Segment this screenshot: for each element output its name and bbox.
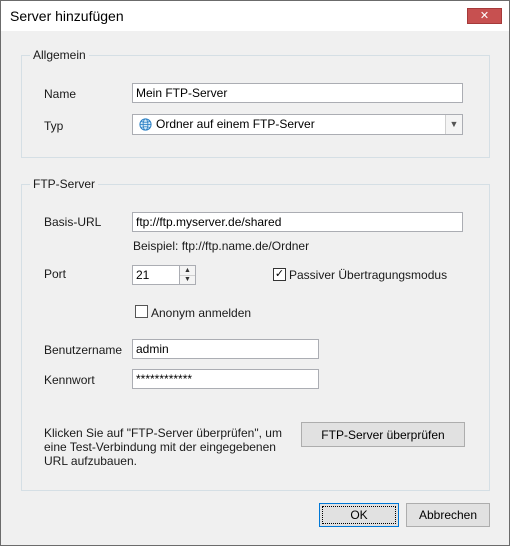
globe-icon	[139, 118, 152, 131]
dialog-title: Server hinzufügen	[10, 8, 124, 24]
base-url-label: Basis-URL	[44, 215, 102, 229]
base-url-hint: Beispiel: ftp://ftp.name.de/Ordner	[133, 239, 310, 253]
type-select[interactable]: Ordner auf einem FTP-Server ▼	[132, 114, 463, 135]
close-icon: ✕	[479, 10, 490, 22]
port-label: Port	[44, 267, 67, 281]
check-ftp-server-button[interactable]: FTP-Server überprüfen	[301, 422, 465, 447]
anonymous-checkbox[interactable]	[135, 305, 148, 318]
chevron-down-icon[interactable]: ▼	[445, 115, 462, 134]
close-button[interactable]: ✕	[467, 8, 502, 24]
title-bar: Server hinzufügen ✕	[1, 1, 509, 31]
base-url-input[interactable]: ftp://ftp.myserver.de/shared	[132, 212, 463, 232]
stepper-down-icon[interactable]: ▼	[180, 275, 195, 284]
port-input[interactable]: 21	[132, 265, 180, 285]
type-label: Typ	[44, 119, 64, 133]
port-stepper[interactable]: ▲ ▼	[179, 265, 196, 285]
passive-mode-label: Passiver Übertragungsmodus	[289, 268, 448, 282]
checkmark-icon: ✓	[274, 268, 285, 280]
ftp-legend: FTP-Server	[33, 177, 96, 191]
check-info-text: Klicken Sie auf "FTP-Server überprüfen",…	[44, 426, 282, 468]
cancel-button[interactable]: Abbrechen	[406, 503, 490, 527]
anonymous-label: Anonym anmelden	[151, 306, 252, 320]
name-label: Name	[44, 87, 77, 101]
type-select-value: Ordner auf einem FTP-Server	[156, 117, 315, 131]
general-group: Allgemein	[21, 48, 490, 158]
password-input[interactable]: ************	[132, 369, 319, 389]
dialog-window: Server hinzufügen ✕ Allgemein Name Mein …	[0, 0, 510, 546]
name-input[interactable]: Mein FTP-Server	[132, 83, 463, 103]
username-label: Benutzername	[44, 343, 123, 357]
ok-button[interactable]: OK	[319, 503, 399, 527]
general-legend: Allgemein	[33, 48, 86, 62]
password-label: Kennwort	[44, 373, 95, 387]
username-input[interactable]: admin	[132, 339, 319, 359]
passive-mode-checkbox[interactable]: ✓	[273, 268, 286, 281]
